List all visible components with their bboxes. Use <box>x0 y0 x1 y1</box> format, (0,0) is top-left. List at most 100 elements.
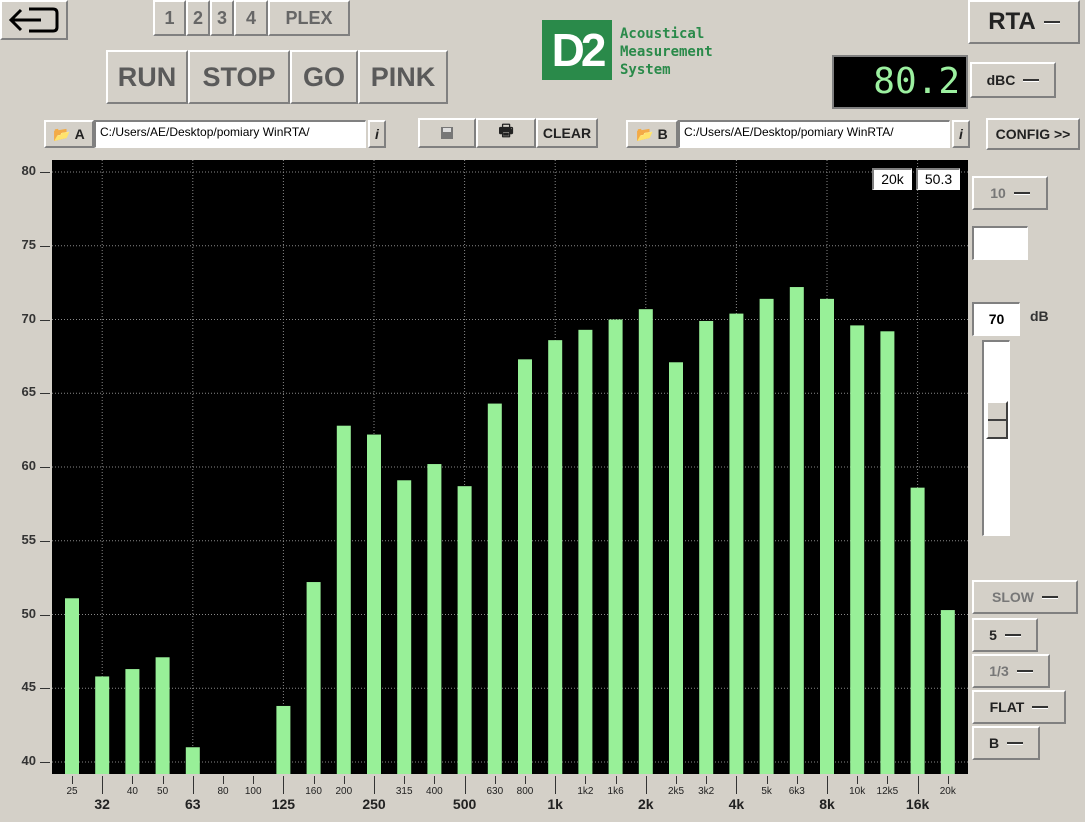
x-tick-mark <box>947 776 949 784</box>
mode-select[interactable]: RTA <box>968 0 1080 44</box>
run-button[interactable]: RUN <box>106 50 188 104</box>
x-tick-mark <box>676 776 677 784</box>
y-tick-mark <box>40 467 50 468</box>
x-tick-label: 4k <box>728 796 745 812</box>
y-tick-mark <box>40 614 50 616</box>
x-tick-label: 8k <box>819 796 835 812</box>
average-label: 5 <box>989 627 997 643</box>
logo: D2 Acoustical Measurement System <box>542 20 742 82</box>
file-a-info-button[interactable]: i <box>368 120 386 148</box>
channel-2-button[interactable]: 2 <box>186 0 210 36</box>
y-tick-label: 60 <box>21 458 36 473</box>
bar-800 <box>518 359 532 774</box>
x-tick-mark <box>887 776 889 784</box>
y-tick-label: 45 <box>21 679 36 695</box>
print-button[interactable]: 🖶 <box>476 118 536 148</box>
logo-mark: D2 <box>542 20 612 80</box>
pink-button[interactable]: PINK <box>358 50 448 104</box>
bar-315 <box>397 480 412 774</box>
ref-level-input[interactable]: 70 <box>972 302 1020 336</box>
go-button[interactable]: GO <box>290 50 358 104</box>
stop-button[interactable]: STOP <box>188 50 290 104</box>
channel-label: B <box>988 735 1000 751</box>
bar-25 <box>65 598 79 774</box>
x-tick-mark <box>464 776 466 794</box>
bands-label: 1/3 <box>989 663 1009 679</box>
bar-500 <box>457 486 472 774</box>
file-b-info-button[interactable]: i <box>952 120 970 148</box>
file-a-path[interactable]: C:/Users/AE/Desktop/pomiary WinRTA/ <box>94 120 366 148</box>
x-tick-mark <box>645 776 647 794</box>
y-tick-mark <box>40 762 50 763</box>
weight-label: FLAT <box>989 699 1025 715</box>
folder-open-icon: 📂 <box>53 125 71 142</box>
channel-4-button[interactable]: 4 <box>234 0 268 36</box>
weighting-select[interactable]: dBC <box>970 62 1056 98</box>
bar-125 <box>276 705 291 774</box>
x-tick-mark <box>223 776 224 784</box>
y-tick-label: 50 <box>21 605 36 621</box>
x-tick-mark <box>374 776 375 794</box>
channel-select[interactable]: B <box>972 726 1040 760</box>
cursor-level: 50.3 <box>916 168 960 190</box>
mode-label: RTA <box>988 8 1036 35</box>
x-tick-label: 2k <box>638 796 654 812</box>
x-tick-mark <box>313 776 315 784</box>
clear-button[interactable]: CLEAR <box>536 118 598 148</box>
ref-level-slider-thumb[interactable] <box>986 401 1008 439</box>
bar-6k3 <box>789 287 804 774</box>
x-tick-mark <box>766 776 768 784</box>
y-tick-label: 80 <box>21 163 36 178</box>
y-tick-mark <box>40 688 50 690</box>
x-tick-mark <box>404 776 406 784</box>
y-tick-label: 55 <box>21 531 36 547</box>
bar-2k <box>638 309 653 774</box>
dropdown-icon <box>1016 669 1033 673</box>
blank-field[interactable] <box>972 226 1028 260</box>
ref-level-slider-track[interactable] <box>982 340 1010 536</box>
open-file-a-button[interactable]: 📂 A <box>44 120 94 148</box>
range-select[interactable]: 10 <box>972 176 1048 210</box>
save-button[interactable] <box>418 118 476 148</box>
file-b-path[interactable]: C:/Users/AE/Desktop/pomiary WinRTA/ <box>678 120 950 148</box>
y-tick-label: 70 <box>21 310 36 326</box>
bar-16k <box>910 487 925 774</box>
weight-select[interactable]: FLAT <box>972 690 1066 724</box>
ref-level-unit: dB <box>1030 308 1049 324</box>
bar-12k5 <box>880 331 895 774</box>
bar-5k <box>759 298 774 774</box>
x-axis-labels: 25 32 40 50 63 80 100 125 160 200 250 315 400 500 630 8… <box>52 776 968 822</box>
x-tick-label: 125 <box>271 796 296 812</box>
bands-select[interactable]: 1/3 <box>972 654 1050 688</box>
bar-32 <box>95 676 110 774</box>
y-tick-mark <box>40 172 50 173</box>
printer-icon: 🖶 <box>498 122 514 140</box>
x-tick-mark <box>162 776 164 784</box>
config-button[interactable]: CONFIG >> <box>986 118 1080 150</box>
exit-button[interactable] <box>0 0 68 40</box>
channel-3-button[interactable]: 3 <box>210 0 234 36</box>
bar-1k2 <box>578 329 593 774</box>
dropdown-icon <box>1004 633 1021 637</box>
x-tick-label: 1k <box>547 796 563 812</box>
file-b-label: B <box>657 126 668 142</box>
open-file-b-button[interactable]: 📂 B <box>626 120 678 148</box>
bar-400 <box>427 464 442 774</box>
bar-50 <box>155 657 170 774</box>
x-tick-mark <box>343 776 345 784</box>
average-select[interactable]: 5 <box>972 618 1038 652</box>
speed-select[interactable]: SLOW <box>972 580 1078 614</box>
x-tick-label: 16k <box>905 796 930 812</box>
bar-160 <box>306 582 321 774</box>
x-tick-label: 32 <box>94 796 110 812</box>
x-tick-mark <box>192 776 194 794</box>
level-value: 80.2 <box>873 61 960 102</box>
y-tick-mark <box>40 319 50 321</box>
plex-button[interactable]: PLEX <box>268 0 350 36</box>
x-tick-mark <box>253 776 255 784</box>
bar-250 <box>367 434 381 774</box>
x-tick-mark <box>525 776 526 784</box>
y-tick-mark <box>40 393 50 395</box>
channel-1-button[interactable]: 1 <box>153 0 186 36</box>
dropdown-icon <box>1043 20 1060 24</box>
